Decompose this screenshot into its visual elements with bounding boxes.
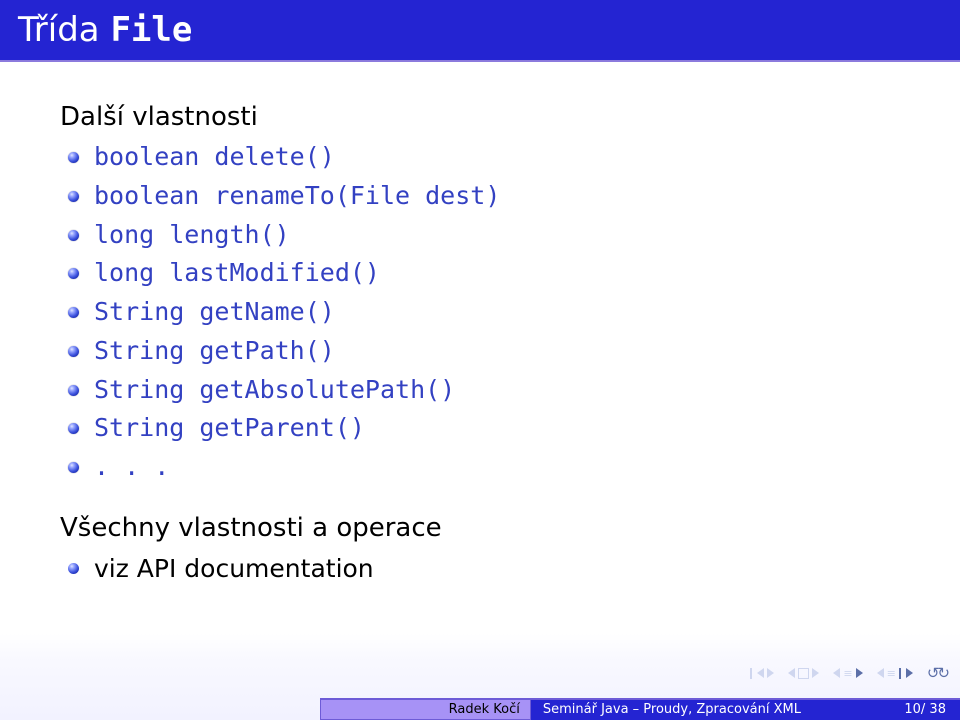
nav-prev-section[interactable] [788, 668, 819, 679]
footer-subject-box: Seminář Java – Proudy, Zpracování XML 10… [531, 698, 960, 720]
nav-first[interactable] [750, 668, 774, 679]
nav-prev[interactable]: ≡ [833, 667, 862, 680]
section1-heading: Další vlastnosti [60, 102, 900, 132]
title-prefix: Třída [18, 10, 100, 50]
list-item: . . . [94, 448, 900, 487]
list-item: String getAbsolutePath() [94, 371, 900, 410]
list-item: long length() [94, 216, 900, 255]
list-item: String getName() [94, 293, 900, 332]
list-item: String getParent() [94, 409, 900, 448]
title-code: File [110, 10, 192, 50]
section1-list: boolean delete() boolean renameTo(File d… [60, 138, 900, 487]
list-item: long lastModified() [94, 254, 900, 293]
footer-author: Radek Kočí [320, 698, 531, 720]
title-band: Třída File [0, 0, 960, 62]
nav-controls: ≡ ≡ ↺↻ [750, 664, 948, 682]
nav-next[interactable]: ≡ [877, 667, 913, 680]
slide: Třída File Další vlastnosti boolean dele… [0, 0, 960, 720]
list-item: boolean delete() [94, 138, 900, 177]
slide-body: Další vlastnosti boolean delete() boolea… [60, 102, 900, 589]
footer-subject: Seminář Java – Proudy, Zpracování XML [543, 702, 801, 720]
footer-page: 10/ 38 [904, 702, 946, 720]
list-item: String getPath() [94, 332, 900, 371]
list-item: viz API documentation [94, 549, 900, 589]
nav-loop-icon[interactable]: ↺↻ [927, 664, 948, 682]
section2-list: viz API documentation [94, 549, 900, 589]
section2-heading: Všechny vlastnosti a operace [60, 513, 900, 543]
footer: Radek Kočí Seminář Java – Proudy, Zpraco… [0, 684, 960, 720]
slide-title: Třída File [0, 0, 960, 50]
list-item: boolean renameTo(File dest) [94, 177, 900, 216]
